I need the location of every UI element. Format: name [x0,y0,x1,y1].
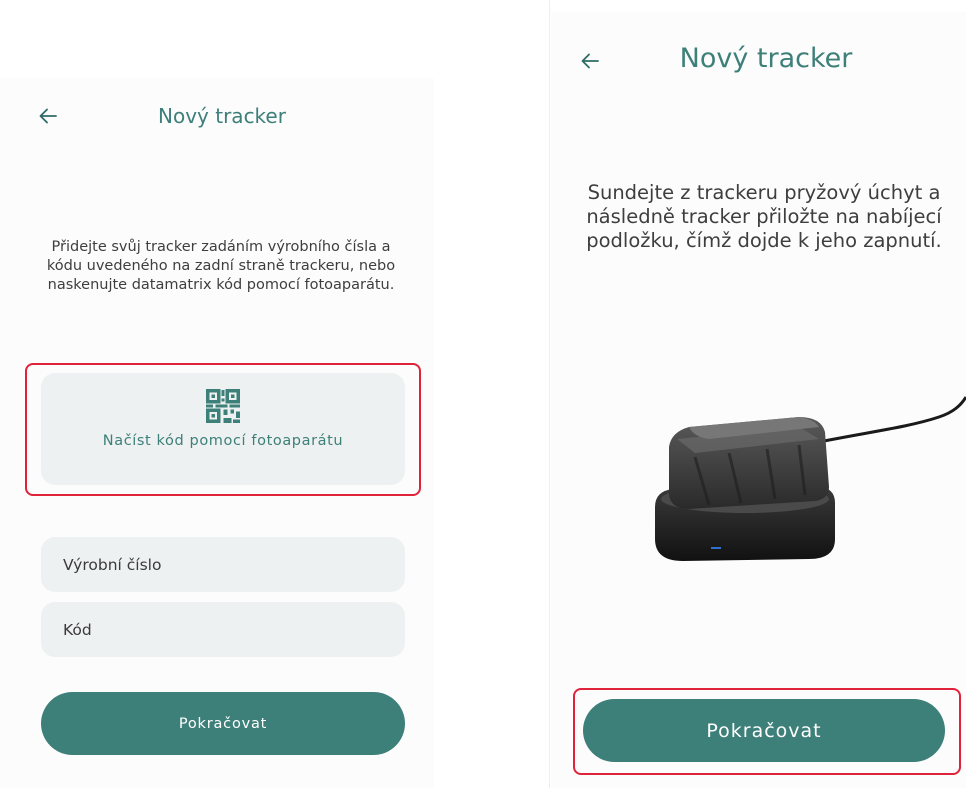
continue-highlight-frame [573,688,961,775]
continue-button[interactable]: Pokračovat [41,692,405,755]
arrow-left-icon [581,53,599,69]
instructions-text: Sundejte z trackeru pryžový úchyt a násl… [586,181,942,252]
serial-number-placeholder: Výrobní číslo [63,555,162,574]
screen-divider [549,0,550,788]
back-button[interactable] [578,49,602,73]
code-placeholder: Kód [63,620,92,639]
tracker-charging-image [655,396,966,561]
instructions-text: Přidejte svůj tracker zadáním výrobního … [46,239,396,293]
scan-highlight-frame [25,363,421,496]
right-screen: Nový tracker Sundejte z trackeru pryžový… [551,12,966,788]
page-title: Nový tracker [679,43,853,74]
serial-number-input[interactable]: Výrobní číslo [41,537,405,592]
code-input[interactable]: Kód [41,602,405,657]
continue-label: Pokračovat [178,715,268,732]
page-title: Nový tracker [158,104,286,128]
